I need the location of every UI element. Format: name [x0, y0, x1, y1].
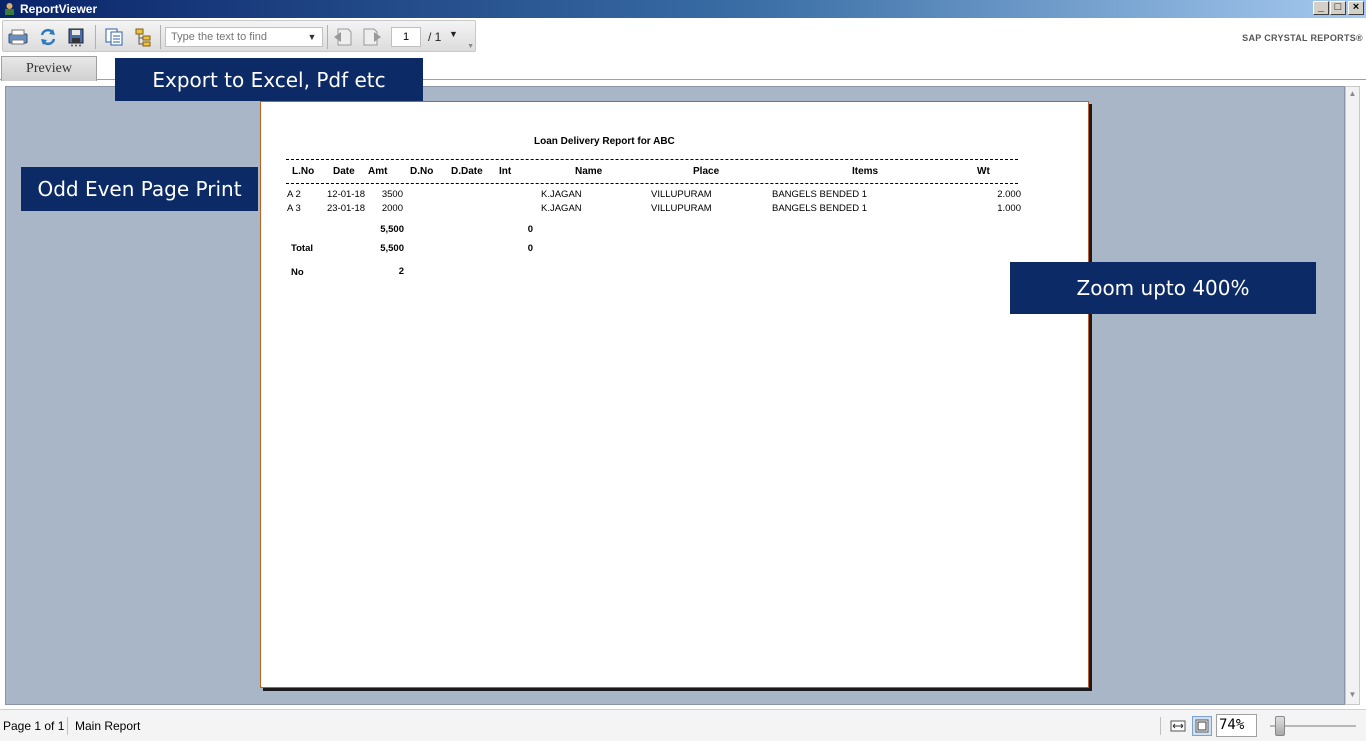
search-input[interactable] [166, 28, 304, 46]
printer-icon [8, 29, 28, 45]
zoom-slider-handle[interactable] [1275, 716, 1285, 736]
total-amt: 5,500 [380, 243, 404, 254]
cell-lno: A 3 [287, 203, 301, 214]
col-header-amt: Amt [368, 166, 388, 177]
close-button[interactable]: × [1348, 1, 1364, 15]
cell-wt: 1.000 [997, 203, 1021, 214]
cell-date: 12-01-18 [327, 189, 366, 200]
title-bar: ReportViewer _ □ × [0, 0, 1366, 18]
print-button[interactable] [6, 26, 30, 48]
toolbar-grip-icon[interactable]: ▼ [467, 43, 474, 50]
window-title: ReportViewer [20, 2, 98, 16]
cell-name: K.JAGAN [541, 203, 582, 214]
save-disk-icon [68, 28, 84, 47]
count-label: No [291, 267, 304, 278]
total-int: 0 [527, 243, 533, 254]
fit-width-button[interactable] [1168, 716, 1188, 736]
tree-icon [135, 28, 151, 47]
next-page-icon [363, 28, 381, 46]
export-button[interactable] [64, 26, 88, 48]
chevron-down-icon[interactable]: ▼ [449, 29, 458, 39]
previous-page-icon [334, 28, 352, 46]
report-title: Loan Delivery Report for ABC [534, 136, 675, 147]
status-bar: Page 1 of 1 Main Report 74% [0, 709, 1366, 741]
status-separator [1160, 717, 1161, 735]
toolbar-separator [160, 25, 161, 49]
col-header-lno: L.No [292, 166, 315, 177]
app-icon [5, 3, 14, 15]
callout-zoom: Zoom upto 400% [1010, 262, 1316, 314]
header-divider-bottom [286, 183, 1018, 184]
report-page: Loan Delivery Report for ABC L.No Date A… [260, 101, 1089, 688]
scroll-down-icon[interactable]: ▼ [1347, 690, 1358, 702]
cell-amt: 3500 [381, 189, 403, 200]
status-separator [67, 717, 68, 735]
toolbar-strip: ▼ 1 / 1 ▼ ▼ [2, 20, 476, 52]
toolbar: ▼ 1 / 1 ▼ ▼ SAP CRYSTAL REPORTS® [0, 18, 1366, 54]
page-number-input[interactable]: 1 [391, 27, 421, 47]
total-pages: / 1 [428, 30, 442, 44]
cell-date: 23-01-18 [327, 203, 366, 214]
refresh-icon [40, 28, 56, 46]
fit-width-icon [1170, 720, 1186, 732]
callout-export: Export to Excel, Pdf etc [115, 58, 423, 101]
chevron-down-icon[interactable]: ▼ [304, 28, 320, 46]
status-page-indicator: Page 1 of 1 [3, 719, 65, 733]
subtotal-amt: 5,500 [380, 224, 404, 235]
refresh-button[interactable] [36, 26, 60, 48]
total-label: Total [291, 243, 313, 254]
subtotal-int: 0 [527, 224, 533, 235]
cell-items: BANGELS BENDED 1 [772, 189, 868, 200]
maximize-button[interactable]: □ [1330, 1, 1346, 15]
toolbar-separator [95, 25, 96, 49]
previous-page-button[interactable] [331, 26, 355, 48]
search-box[interactable]: ▼ [165, 27, 323, 47]
copy-pages-icon [105, 28, 123, 46]
copy-button[interactable] [102, 26, 126, 48]
fit-page-icon [1195, 719, 1209, 733]
callout-odd-even-print: Odd Even Page Print [21, 167, 258, 211]
vertical-scrollbar[interactable]: ▲ ▼ [1345, 86, 1360, 705]
col-header-wt: Wt [977, 166, 990, 177]
sap-crystal-reports-logo: SAP CRYSTAL REPORTS® [1242, 33, 1363, 43]
col-header-int: Int [499, 166, 512, 177]
header-divider-top [286, 159, 1018, 160]
cell-items: BANGELS BENDED 1 [772, 203, 868, 214]
tab-preview[interactable]: Preview [1, 56, 97, 81]
count-value: 2 [398, 266, 404, 277]
col-header-place: Place [693, 166, 720, 177]
zoom-level-input[interactable]: 74% [1216, 714, 1257, 737]
group-tree-button[interactable] [132, 26, 156, 48]
cell-name: K.JAGAN [541, 189, 582, 200]
col-header-ddate: D.Date [451, 166, 483, 177]
toolbar-separator [327, 25, 328, 49]
scroll-up-icon[interactable]: ▲ [1347, 89, 1358, 101]
col-header-items: Items [852, 166, 879, 177]
cell-place: VILLUPURAM [651, 203, 712, 214]
col-header-dno: D.No [410, 166, 434, 177]
cell-place: VILLUPURAM [651, 189, 712, 200]
cell-wt: 2.000 [997, 189, 1021, 200]
next-page-button[interactable] [360, 26, 384, 48]
status-report-name: Main Report [75, 719, 141, 733]
fit-page-button[interactable] [1192, 716, 1212, 736]
minimize-button[interactable]: _ [1313, 1, 1329, 15]
col-header-date: Date [333, 166, 355, 177]
col-header-name: Name [575, 166, 603, 177]
cell-amt: 2000 [381, 203, 403, 214]
cell-lno: A 2 [287, 189, 301, 200]
